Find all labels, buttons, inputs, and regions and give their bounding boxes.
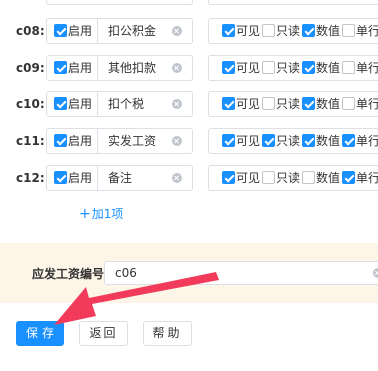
- readonly-checkbox[interactable]: [262, 97, 275, 110]
- salary-field-label: 应发工资编号:: [32, 267, 109, 281]
- enable-checkbox[interactable]: [54, 24, 67, 37]
- back-button[interactable]: 返回: [79, 321, 128, 346]
- single-line-label: 单行: [356, 61, 378, 75]
- visible-label: 可见: [236, 24, 261, 38]
- enable-label: 启用: [68, 171, 93, 185]
- field-row: c10: 启用 扣个税 可见 只读 数值 单行: [0, 91, 378, 117]
- single-line-checkbox[interactable]: [342, 61, 355, 74]
- permission-group: 可见 只读 数值 单行: [208, 91, 378, 117]
- help-button[interactable]: 帮助: [143, 321, 192, 346]
- row-id: c08:: [16, 24, 45, 38]
- field-config: 启用 备注: [46, 165, 193, 191]
- plus-icon: +: [79, 206, 91, 222]
- single-line-checkbox[interactable]: [342, 24, 355, 37]
- clear-icon[interactable]: [172, 136, 182, 146]
- add-item-link[interactable]: +加1项: [79, 206, 123, 222]
- enable-checkbox[interactable]: [54, 134, 67, 147]
- salary-field-input[interactable]: c06: [104, 261, 378, 285]
- enable-toggle[interactable]: 启用: [47, 19, 98, 43]
- readonly-checkbox[interactable]: [262, 24, 275, 37]
- save-button[interactable]: 保存: [16, 321, 64, 346]
- single-line-checkbox[interactable]: [342, 97, 355, 110]
- single-line-checkbox[interactable]: [342, 171, 355, 184]
- row-id: c10:: [16, 97, 45, 111]
- field-config: 启用 扣公积金: [46, 18, 193, 44]
- enable-toggle[interactable]: 启用: [47, 92, 98, 116]
- field-name-input[interactable]: 备注: [108, 166, 132, 190]
- row-id: c11:: [16, 134, 45, 148]
- enable-label: 启用: [68, 97, 93, 111]
- field-row: c08: 启用 扣公积金 可见 只读 数值 单行: [0, 18, 378, 44]
- numeric-checkbox[interactable]: [302, 171, 315, 184]
- permission-group: 可见 只读 数值 单行: [208, 55, 378, 81]
- field-row: c11: 启用 实发工资 可见 只读 数值 单行: [0, 128, 378, 154]
- numeric-checkbox[interactable]: [302, 24, 315, 37]
- field-row: c12: 启用 备注 可见 只读 数值 单行: [0, 165, 378, 191]
- clear-icon[interactable]: [172, 99, 182, 109]
- readonly-checkbox[interactable]: [262, 171, 275, 184]
- enable-toggle[interactable]: 启用: [47, 56, 98, 80]
- clear-icon[interactable]: [373, 268, 378, 278]
- readonly-checkbox[interactable]: [262, 134, 275, 147]
- enable-label: 启用: [68, 61, 93, 75]
- single-line-label: 单行: [356, 97, 378, 111]
- permission-group: 可见 只读 数值 单行: [208, 18, 378, 44]
- field-config: 启用 扣个税: [46, 91, 193, 117]
- row-id: c09:: [16, 61, 45, 75]
- clear-icon[interactable]: [172, 26, 182, 36]
- row-id: c12:: [16, 171, 45, 185]
- field-name-input[interactable]: 其他扣款: [108, 56, 156, 80]
- visible-label: 可见: [236, 134, 261, 148]
- salary-field-value: c06: [115, 266, 137, 280]
- single-line-checkbox[interactable]: [342, 134, 355, 147]
- permission-group: 可见 只读 数值 单行: [208, 165, 378, 191]
- enable-toggle[interactable]: 启用: [47, 166, 98, 190]
- enable-checkbox[interactable]: [54, 171, 67, 184]
- readonly-label: 只读: [276, 171, 301, 185]
- field-config: 启用 其他扣款: [46, 55, 193, 81]
- numeric-label: 数值: [316, 24, 341, 38]
- clear-icon[interactable]: [172, 63, 182, 73]
- visible-label: 可见: [236, 61, 261, 75]
- numeric-label: 数值: [316, 97, 341, 111]
- numeric-checkbox[interactable]: [302, 61, 315, 74]
- visible-checkbox[interactable]: [222, 24, 235, 37]
- previous-row-perm-stub: [208, 0, 378, 5]
- enable-checkbox[interactable]: [54, 97, 67, 110]
- numeric-label: 数值: [316, 61, 341, 75]
- enable-label: 启用: [68, 24, 93, 38]
- salary-field-section: 应发工资编号: c06: [0, 243, 378, 303]
- add-item-label: 加1项: [91, 207, 124, 221]
- numeric-label: 数值: [316, 171, 341, 185]
- visible-checkbox[interactable]: [222, 97, 235, 110]
- enable-label: 启用: [68, 134, 93, 148]
- readonly-label: 只读: [276, 61, 301, 75]
- permission-group: 可见 只读 数值 单行: [208, 128, 378, 154]
- field-name-input[interactable]: 扣公积金: [108, 19, 156, 43]
- readonly-label: 只读: [276, 24, 301, 38]
- visible-label: 可见: [236, 97, 261, 111]
- numeric-checkbox[interactable]: [302, 97, 315, 110]
- field-row: c09: 启用 其他扣款 可见 只读 数值 单行: [0, 55, 378, 81]
- single-line-label: 单行: [356, 171, 378, 185]
- enable-checkbox[interactable]: [54, 61, 67, 74]
- previous-row-field-stub: [46, 0, 193, 5]
- visible-checkbox[interactable]: [222, 171, 235, 184]
- field-name-input[interactable]: 实发工资: [108, 129, 156, 153]
- numeric-label: 数值: [316, 134, 341, 148]
- readonly-label: 只读: [276, 134, 301, 148]
- visible-label: 可见: [236, 171, 261, 185]
- readonly-label: 只读: [276, 97, 301, 111]
- visible-checkbox[interactable]: [222, 134, 235, 147]
- field-config: 启用 实发工资: [46, 128, 193, 154]
- single-line-label: 单行: [356, 134, 378, 148]
- field-name-input[interactable]: 扣个税: [108, 92, 144, 116]
- single-line-label: 单行: [356, 24, 378, 38]
- readonly-checkbox[interactable]: [262, 61, 275, 74]
- clear-icon[interactable]: [172, 173, 182, 183]
- enable-toggle[interactable]: 启用: [47, 129, 98, 153]
- numeric-checkbox[interactable]: [302, 134, 315, 147]
- visible-checkbox[interactable]: [222, 61, 235, 74]
